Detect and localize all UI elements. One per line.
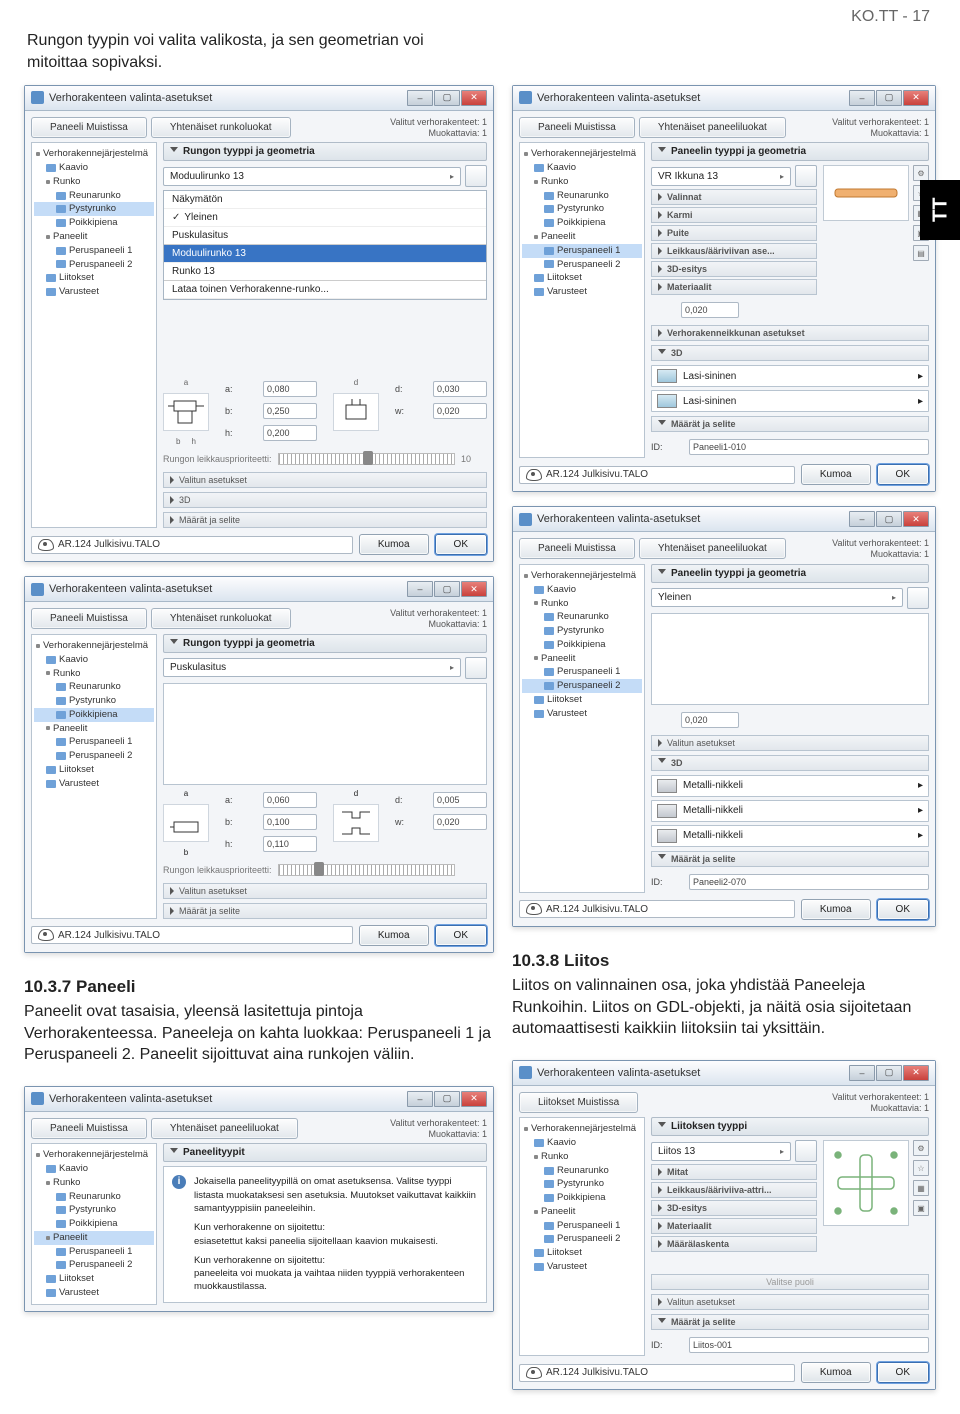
eye-icon bbox=[38, 539, 54, 551]
type-select[interactable]: Moduulirunko 13▸ bbox=[163, 167, 461, 186]
priority-slider[interactable] bbox=[278, 453, 455, 465]
selection-stats: Valitut verhorakenteet: 1Muokattavia: 1 bbox=[390, 117, 487, 139]
profile-schematic-2 bbox=[333, 393, 379, 431]
minimize-icon[interactable]: – bbox=[407, 90, 433, 106]
field-h[interactable]: 0,200 bbox=[263, 425, 317, 441]
nav-tree[interactable]: Verhorakennejärjestelmä Kaavio Runko Reu… bbox=[31, 634, 157, 919]
side-tab-tt: TT bbox=[920, 180, 960, 240]
profile-schematic bbox=[163, 393, 209, 431]
dialog-runko-1: Verhorakenteen valinta-asetukset –▢✕ Pane… bbox=[24, 85, 494, 563]
section-body-liitos: Liitos on valinnainen osa, joka yhdistää… bbox=[512, 975, 936, 1040]
field-d[interactable]: 0,030 bbox=[433, 381, 487, 397]
maximize-icon[interactable]: ▢ bbox=[434, 581, 460, 597]
tree-item-selected: Pystyrunko bbox=[34, 202, 154, 216]
tab-liitokset[interactable]: Liitokset Muistissa bbox=[519, 1092, 638, 1113]
app-icon bbox=[31, 91, 44, 104]
field-b[interactable]: 0,250 bbox=[263, 403, 317, 419]
section-body-paneeli: Paneelit ovat tasaisia, yleensä lasitett… bbox=[24, 1001, 494, 1066]
minimize-icon[interactable]: – bbox=[407, 581, 433, 597]
joint-type-select[interactable]: Liitos 13▸ bbox=[651, 1142, 791, 1161]
nav-tree[interactable]: Verhorakennejärjestelmä Kaavio Runko Reu… bbox=[31, 142, 157, 528]
tab-paneeli[interactable]: Paneeli Muistissa bbox=[31, 117, 147, 138]
material-row[interactable]: Lasi-sininen▸ bbox=[651, 365, 929, 387]
nav-tree[interactable]: Verhorakennejärjestelmä Kaavio Runko Reu… bbox=[519, 564, 645, 893]
ok-button[interactable]: OK bbox=[435, 534, 487, 555]
nav-tree[interactable]: Verhorakennejärjestelmä Kaavio Runko Reu… bbox=[519, 142, 645, 458]
info-panel: i Jokaisella paneelityypillä on omat ase… bbox=[163, 1166, 487, 1302]
group-header: Rungon tyyppi ja geometria bbox=[183, 146, 315, 157]
info-icon: i bbox=[172, 1175, 186, 1189]
gear-icon[interactable]: ⚙ bbox=[913, 165, 929, 181]
section-heading-liitos: 10.3.8 Liitos bbox=[512, 951, 936, 971]
window-title: Verhorakenteen valinta-asetukset bbox=[49, 92, 212, 104]
type-select[interactable]: Puskulasitus▸ bbox=[163, 658, 461, 677]
preview-thumbnail bbox=[823, 165, 909, 221]
dialog-liitos: Verhorakenteen valinta-asetukset–▢✕ Liit… bbox=[512, 1060, 936, 1391]
dialog-paneeli-2: Verhorakenteen valinta-asetukset–▢✕ Pane… bbox=[512, 506, 936, 927]
id-field[interactable]: Paneeli1-010 bbox=[689, 439, 929, 455]
close-icon[interactable]: ✕ bbox=[461, 581, 487, 597]
settings-button[interactable] bbox=[465, 165, 487, 187]
thickness-field[interactable]: 0,020 bbox=[681, 302, 739, 318]
intro-text: Rungon tyypin voi valita valikosta, ja s… bbox=[27, 30, 447, 75]
app-icon bbox=[31, 583, 44, 596]
tab-runkoluokat[interactable]: Yhtenäiset runkoluokat bbox=[151, 117, 291, 138]
preview-panel bbox=[163, 683, 487, 785]
layer-selector[interactable]: AR.124 Julkisivu.TALO bbox=[31, 536, 353, 554]
section-heading-paneeli: 10.3.7 Paneeli bbox=[24, 977, 494, 997]
nav-tree[interactable]: Verhorakennejärjestelmä Kaavio Runko Reu… bbox=[519, 1117, 645, 1356]
page-header-code: KO.TT - 17 bbox=[851, 8, 930, 26]
dialog-runko-2: Verhorakenteen valinta-asetukset–▢✕ Pane… bbox=[24, 576, 494, 953]
joint-preview bbox=[823, 1140, 909, 1226]
dialog-paneelityypit: Verhorakenteen valinta-asetukset–▢✕ Pane… bbox=[24, 1086, 494, 1312]
cancel-button[interactable]: Kumoa bbox=[359, 534, 429, 555]
type-dropdown[interactable]: Näkymätön Yleinen Puskulasitus Moduuliru… bbox=[163, 190, 487, 300]
dialog-paneeli-1: Verhorakenteen valinta-asetukset–▢✕ Pane… bbox=[512, 85, 936, 493]
maximize-icon[interactable]: ▢ bbox=[434, 90, 460, 106]
close-icon[interactable]: ✕ bbox=[461, 90, 487, 106]
field-w[interactable]: 0,020 bbox=[433, 403, 487, 419]
panel-type-select[interactable]: VR Ikkuna 13▸ bbox=[651, 167, 791, 186]
panel-type-select[interactable]: Yleinen▸ bbox=[651, 588, 903, 607]
chevron-down-icon[interactable] bbox=[170, 147, 178, 156]
field-a[interactable]: 0,080 bbox=[263, 381, 317, 397]
id-field[interactable]: Liitos-001 bbox=[689, 1337, 929, 1353]
